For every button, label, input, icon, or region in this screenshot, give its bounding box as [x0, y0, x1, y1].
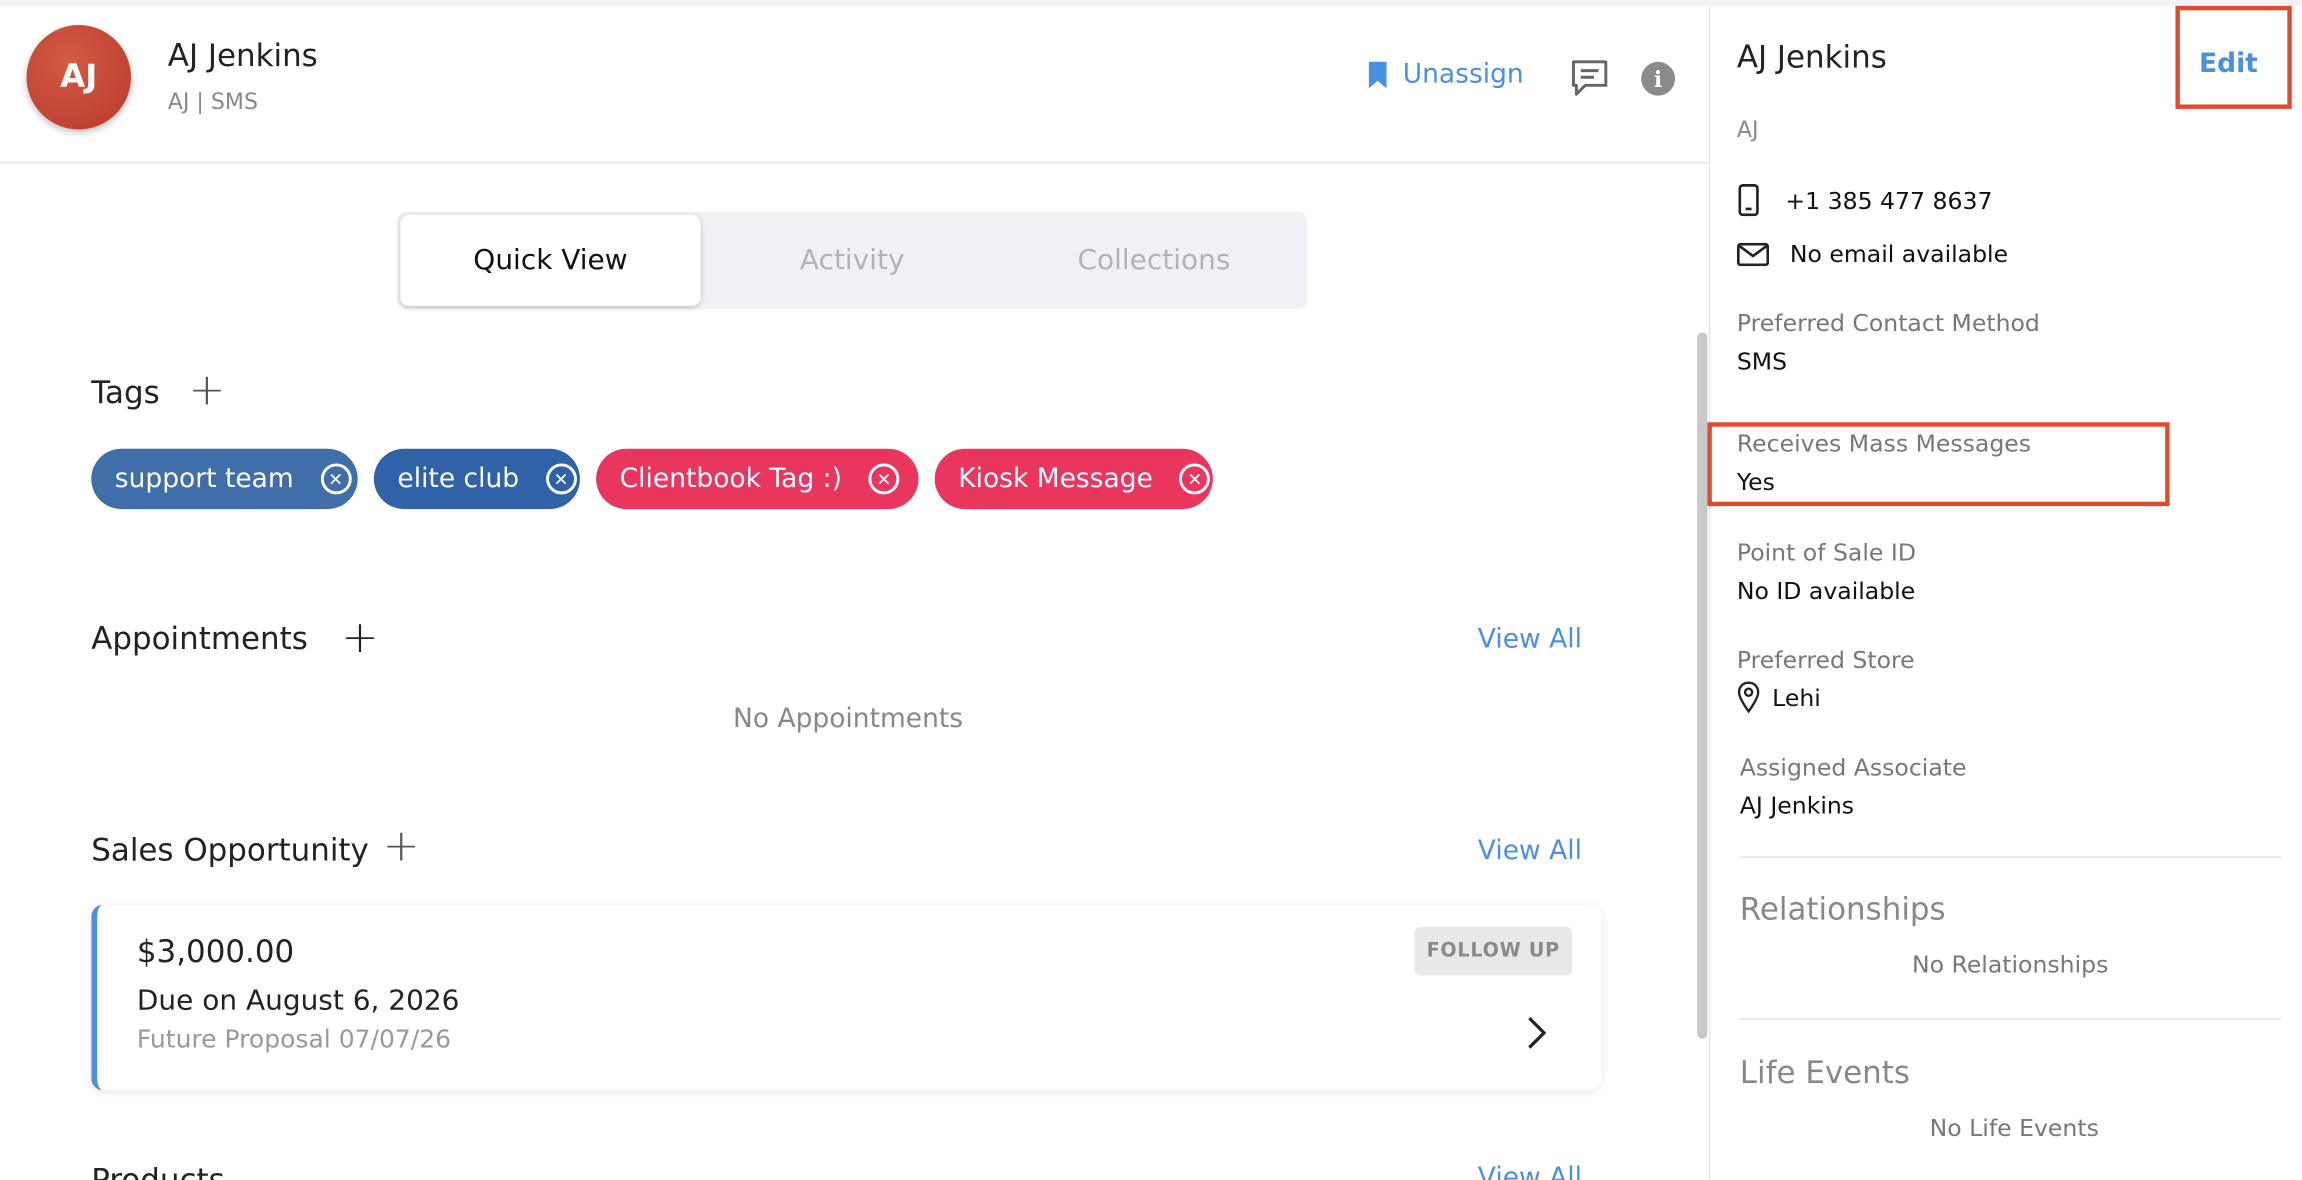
add-appointment-button[interactable]: +	[341, 616, 378, 660]
header-divider	[0, 161, 1709, 164]
tag-clientbook[interactable]: Clientbook Tag :) ✕	[596, 448, 919, 510]
preferred-store-value: Lehi	[1772, 683, 1821, 712]
divider	[1739, 856, 2282, 858]
panel-divider	[1708, 5, 1711, 1180]
appointments-empty-text: No Appointments	[733, 703, 964, 735]
tab-collections[interactable]: Collections	[1004, 215, 1304, 306]
pos-id-value: No ID available	[1736, 576, 1916, 605]
add-tag-button[interactable]: +	[188, 369, 225, 413]
preferred-store-row: Lehi	[1737, 681, 1821, 714]
unassign-button[interactable]: Unassign	[1366, 59, 1524, 90]
email-value: No email available	[1789, 239, 2009, 268]
tag-kiosk-message[interactable]: Kiosk Message ✕	[934, 448, 1213, 510]
tab-bar: Quick View Activity Collections	[397, 211, 1308, 309]
appointments-title: Appointments	[91, 620, 308, 657]
bookmark-icon	[1368, 61, 1387, 88]
tag-elite-club[interactable]: elite club ✕	[373, 448, 580, 510]
phone-icon	[1738, 184, 1759, 217]
tag-label: Kiosk Message	[958, 463, 1153, 495]
divider	[1739, 1018, 2282, 1020]
preferred-store-label: Preferred Store	[1736, 645, 1915, 674]
preferred-contact-label: Preferred Contact Method	[1736, 308, 2040, 337]
products-view-all-link[interactable]: View All	[1478, 1162, 1582, 1180]
assigned-associate-value: AJ Jenkins	[1739, 791, 1855, 820]
chevron-right-icon[interactable]	[1525, 1014, 1549, 1052]
life-events-empty-text: No Life Events	[1929, 1113, 2099, 1142]
opportunity-view-all-link[interactable]: View All	[1478, 836, 1582, 867]
mass-messages-label: Receives Mass Messages	[1736, 429, 2032, 458]
tags-title: Tags	[91, 375, 160, 411]
pos-id-label: Point of Sale ID	[1736, 538, 1916, 567]
products-title: Products	[91, 1162, 224, 1180]
sales-opportunity-title: Sales Opportunity	[91, 832, 369, 869]
add-opportunity-button[interactable]: +	[383, 825, 420, 869]
tab-activity[interactable]: Activity	[702, 215, 1002, 306]
status-badge: FOLLOW UP	[1414, 926, 1572, 976]
assigned-associate-label: Assigned Associate	[1739, 753, 1967, 782]
close-circle-icon[interactable]: ✕	[320, 463, 352, 495]
mass-messages-value: Yes	[1736, 467, 1775, 496]
panel-initials: AJ	[1736, 116, 1759, 143]
close-circle-icon[interactable]: ✕	[545, 463, 577, 495]
close-circle-icon[interactable]: ✕	[1179, 463, 1211, 495]
phone-row[interactable]: +1 385 477 8637	[1738, 184, 1993, 217]
tag-support-team[interactable]: support team ✕	[91, 448, 358, 510]
avatar: AJ	[26, 25, 131, 130]
phone-number: +1 385 477 8637	[1785, 186, 1993, 215]
opportunity-due-date: Due on August 6, 2026	[136, 984, 460, 1017]
unassign-label: Unassign	[1402, 58, 1524, 90]
scrollbar-thumb[interactable]	[1697, 332, 1708, 1039]
edit-button[interactable]: Edit	[2199, 49, 2258, 80]
life-events-title: Life Events	[1739, 1054, 1910, 1091]
client-name: AJ Jenkins	[167, 38, 318, 74]
mail-icon	[1736, 242, 1770, 266]
info-icon[interactable]: i	[1641, 61, 1676, 96]
relationships-empty-text: No Relationships	[1911, 950, 2109, 979]
relationships-title: Relationships	[1739, 891, 1946, 927]
opportunity-amount: $3,000.00	[136, 934, 295, 970]
appointments-view-all-link[interactable]: View All	[1478, 624, 1582, 655]
top-border	[0, 0, 2302, 6]
opportunity-description: Future Proposal 07/07/26	[136, 1025, 452, 1055]
close-circle-icon[interactable]: ✕	[868, 463, 900, 495]
preferred-contact-value: SMS	[1736, 347, 1788, 376]
tag-label: elite club	[397, 463, 520, 495]
email-row: No email available	[1736, 239, 2009, 268]
tag-label: support team	[114, 463, 294, 495]
client-subtitle: AJ | SMS	[167, 88, 258, 115]
panel-client-name: AJ Jenkins	[1736, 39, 1887, 76]
sales-opportunity-card[interactable]: $3,000.00 Due on August 6, 2026 Future P…	[91, 904, 1602, 1091]
tab-quick-view[interactable]: Quick View	[400, 214, 701, 307]
chat-icon[interactable]	[1569, 57, 1610, 98]
tag-label: Clientbook Tag :)	[619, 463, 842, 495]
location-pin-icon	[1737, 681, 1760, 714]
